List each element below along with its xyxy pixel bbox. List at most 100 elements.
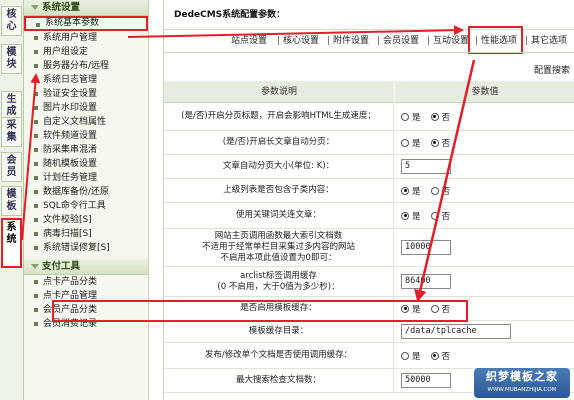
tab-separator: | <box>377 36 381 46</box>
menu-section-system-settings[interactable]: 系统设置 <box>24 0 148 16</box>
table-row: 网站主页调用函数最大索引文档数 不适用于经常单栏目采集过多内容的网站 不启用本项… <box>164 229 574 267</box>
bullet-icon <box>34 246 38 250</box>
config-search-label[interactable]: 配置搜索 <box>534 63 570 76</box>
menu-item-label: 文件校验[S] <box>43 215 92 225</box>
radio-option-no[interactable]: 否 <box>430 185 451 197</box>
radio-button[interactable] <box>430 351 439 360</box>
tab-member-settings[interactable]: 会员设置 <box>383 30 419 52</box>
tab-site-settings[interactable]: 站点设置 <box>231 30 267 52</box>
radio-button[interactable] <box>401 186 409 195</box>
bullet-icon <box>34 190 38 194</box>
tab-core[interactable]: 核心 <box>1 6 22 36</box>
menu-item[interactable]: 文件校验[S] <box>24 213 148 227</box>
radio-option-no[interactable]: 否 <box>430 350 450 362</box>
setting-text-input[interactable]: 50000 <box>401 373 451 388</box>
tab-module[interactable]: 模块 <box>1 44 22 74</box>
tab-template[interactable]: 模板 <box>1 186 22 216</box>
setting-label: arclist标签调用缓存 (0 不启用，大于0值为多少秒)： <box>164 267 394 296</box>
menu-item[interactable]: 计划任务管理 <box>24 171 148 185</box>
bullet-icon <box>34 308 38 312</box>
menu-item[interactable]: 系统基本参数 <box>24 16 148 31</box>
setting-value: 5 <box>395 155 574 178</box>
bullet-icon <box>34 64 38 68</box>
radio-button[interactable] <box>401 112 409 121</box>
radio-label: 是 <box>412 211 421 222</box>
radio-button[interactable] <box>401 211 409 220</box>
bullet-icon <box>34 50 38 54</box>
side-menu: 系统设置 系统基本参数系统用户管理用户组设定 服务器分布/远程 系统日志管理验证安全… <box>24 0 149 400</box>
menu-item[interactable]: 系统用户管理 <box>24 31 148 45</box>
menu-item-label: SQL命令行工具 <box>43 201 106 211</box>
menu-item-label: 随机模板设置 <box>43 159 98 169</box>
menu-item-label: 系统用户管理 <box>43 33 98 43</box>
site-watermark-logo: 织梦模板之家 WWW.MUBANZHIJIA.COM <box>474 368 570 398</box>
setting-value: 是否 <box>395 343 574 368</box>
menu-item[interactable]: 数据库备份/还原 <box>24 185 148 199</box>
tab-member[interactable]: 会员 <box>1 152 22 182</box>
bullet-icon <box>34 232 38 236</box>
bullet-icon <box>34 134 38 138</box>
setting-label: 模板缓存目录： <box>164 321 394 342</box>
radio-option-yes[interactable]: 是 <box>401 137 421 149</box>
setting-text-input[interactable]: 10000 <box>401 240 451 255</box>
menu-item-label: 自定义文档属性 <box>43 117 107 127</box>
menu-item[interactable]: 软件频道设置 <box>24 129 148 143</box>
menu-section-payment[interactable]: 支付工具 <box>24 259 148 275</box>
menu-item[interactable]: 病毒扫描[S] <box>24 227 148 241</box>
radio-option-no[interactable]: 否 <box>430 137 450 149</box>
radio-option-yes[interactable]: 是 <box>401 210 421 222</box>
table-row: 使用关键词关连文章：是否 <box>164 203 574 229</box>
table-row: 发布/修改单个文档是否使用调用缓存：是否 <box>164 343 574 369</box>
radio-button[interactable] <box>430 211 439 220</box>
radio-option-no[interactable]: 否 <box>430 111 450 123</box>
setting-text-input[interactable]: 86400 <box>401 274 451 289</box>
radio-option-yes[interactable]: 是 <box>401 111 421 123</box>
tab-attachment-settings[interactable]: 附件设置 <box>333 30 369 52</box>
tab-system[interactable]: 系统 <box>1 218 22 268</box>
menu-item-label: 数据库备份/还原 <box>43 187 110 197</box>
radio-button[interactable] <box>401 138 409 147</box>
radio-label: 否 <box>441 186 451 197</box>
menu-item-label: 验证安全设置 <box>43 89 98 99</box>
menu-item-label: 病毒扫描[S] <box>43 229 92 239</box>
tab-collect[interactable]: 采集 <box>1 117 22 147</box>
menu-item[interactable]: 系统日志管理 <box>24 73 148 87</box>
menu-item[interactable]: 自定义文档属性 <box>24 115 148 129</box>
menu-item[interactable]: SQL命令行工具 <box>24 199 148 213</box>
menu-item[interactable]: 服务器分布/远程 <box>24 59 148 73</box>
menu-item[interactable]: 图片水印设置 <box>24 101 148 115</box>
menu-item[interactable]: 随机模板设置 <box>24 157 148 171</box>
setting-text-input[interactable]: /data/tplcache <box>401 324 511 339</box>
radio-label: 是 <box>412 112 421 123</box>
performance-tab-highlight <box>468 26 523 54</box>
radio-option-no[interactable]: 否 <box>430 210 450 222</box>
bullet-icon <box>34 322 38 326</box>
radio-option-yes[interactable]: 是 <box>401 350 421 362</box>
menu-item-label: 软件频道设置 <box>43 131 98 141</box>
menu-item[interactable]: 系统错误修复[S] <box>24 241 148 255</box>
radio-button[interactable] <box>430 112 439 121</box>
menu-item[interactable]: 防采集串混淆 <box>24 143 148 157</box>
bullet-icon <box>34 36 38 40</box>
radio-label: 是 <box>412 186 421 197</box>
setting-text-input[interactable]: 5 <box>401 159 451 174</box>
tab-interaction-settings[interactable]: 互动设置 <box>433 30 469 52</box>
table-row: 上级列表是否包含子类内容：是否 <box>164 179 574 203</box>
radio-button[interactable] <box>401 351 409 360</box>
radio-button[interactable] <box>430 138 439 147</box>
tab-other-options[interactable]: 其它选项 <box>531 30 567 52</box>
menu-item[interactable]: 验证安全设置 <box>24 87 148 101</box>
menu-item[interactable]: 点卡产品分类 <box>24 275 148 289</box>
setting-label: 网站主页调用函数最大索引文档数 不适用于经常单栏目采集过多内容的网站 不启用本项… <box>164 229 394 266</box>
tab-separator: | <box>427 36 431 46</box>
menu-group-system: 系统基本参数系统用户管理用户组设定 服务器分布/远程 系统日志管理验证安全设置图片水… <box>24 16 148 255</box>
tab-core-settings[interactable]: 核心设置 <box>283 30 319 52</box>
menu-item[interactable]: 用户组设定 <box>24 45 148 59</box>
bullet-icon <box>34 280 38 284</box>
radio-button[interactable] <box>430 186 439 195</box>
setting-value: 是否 <box>395 203 574 228</box>
radio-option-yes[interactable]: 是 <box>401 185 421 197</box>
bullet-icon <box>34 176 38 180</box>
setting-value: 86400 <box>395 267 574 296</box>
left-tab-strip: 核心 模块 生成 采集 会员 模板 系统 <box>0 0 24 400</box>
